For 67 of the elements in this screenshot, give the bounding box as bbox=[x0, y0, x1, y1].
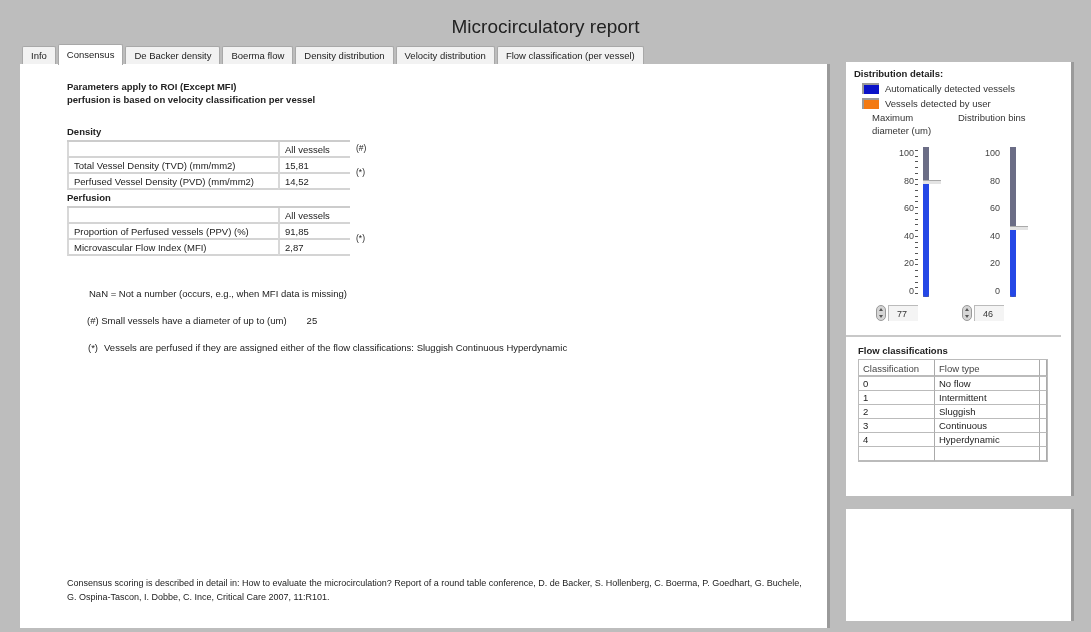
tick-label: 20 bbox=[904, 257, 914, 270]
window-title: Microcirculatory report bbox=[451, 16, 640, 38]
tab[interactable]: Boerma flow bbox=[222, 46, 294, 64]
table-cell: 0 bbox=[859, 377, 935, 391]
slider-label: Distribution bins bbox=[958, 111, 1027, 125]
slider-thumb[interactable] bbox=[923, 179, 941, 184]
table-cell: 3 bbox=[859, 419, 935, 433]
tick-label: 0 bbox=[909, 284, 914, 297]
heading-line: perfusion is based on velocity classification per vessel bbox=[67, 93, 317, 106]
tab[interactable]: Density distribution bbox=[295, 46, 394, 64]
table-cell: Intermittent bbox=[935, 391, 1040, 405]
tick-label: 20 bbox=[990, 257, 1000, 270]
column-header: Classification bbox=[859, 360, 935, 377]
table-cell: Perfused Vessel Density (PVD) (mm/mm2) bbox=[67, 174, 278, 190]
tick-label: 0 bbox=[995, 284, 1000, 297]
note-text: Vessels are perfused if they are assigned either of the flow classifications: Sluggish Continuous Hyperdynamic bbox=[104, 342, 568, 353]
spinner-icon[interactable] bbox=[876, 305, 886, 321]
tab[interactable]: Consensus bbox=[57, 44, 124, 65]
number-field[interactable]: 46 bbox=[974, 305, 1004, 321]
tick-label: 80 bbox=[990, 174, 1000, 187]
table-cell: 2 bbox=[859, 405, 935, 419]
table-cell: 4 bbox=[859, 433, 935, 447]
tick-label: 60 bbox=[990, 202, 1000, 215]
tick-label: 60 bbox=[904, 202, 914, 215]
table-cell: No flow bbox=[935, 377, 1040, 391]
table-cell: 2,87 bbox=[278, 240, 350, 256]
slider-label: Maximum diameter (um) bbox=[872, 111, 933, 138]
footnote-mark: (*) bbox=[88, 342, 99, 353]
tab[interactable]: Flow classification (per vessel) bbox=[496, 46, 644, 64]
note-text: (#) Small vessels have a diameter of up to (um) bbox=[87, 315, 287, 326]
column-header: All vessels bbox=[278, 208, 350, 224]
table-cell: Hyperdynamic bbox=[935, 433, 1040, 447]
value-text: 25 bbox=[306, 315, 318, 326]
tick-label: 100 bbox=[984, 147, 1000, 159]
tick-label: 40 bbox=[990, 229, 1000, 242]
tick-label: 80 bbox=[904, 174, 914, 187]
legend-label: Automatically detected vessels bbox=[885, 83, 1015, 94]
column-header: All vessels bbox=[278, 142, 350, 158]
table-cell: 1 bbox=[859, 391, 935, 405]
table-cell: 14,52 bbox=[278, 174, 350, 190]
tab[interactable]: Info bbox=[22, 46, 56, 64]
section-title: Distribution details: bbox=[854, 68, 944, 79]
footnote-mark: (#) bbox=[356, 143, 367, 153]
tab[interactable]: Velocity distribution bbox=[395, 46, 495, 64]
table-cell: Sluggish bbox=[935, 405, 1040, 419]
number-field[interactable]: 77 bbox=[888, 305, 918, 321]
table-cell: Microvascular Flow Index (MFI) bbox=[67, 240, 278, 256]
table-cell: Continuous bbox=[935, 419, 1040, 433]
table-cell: Total Vessel Density (TVD) (mm/mm2) bbox=[67, 158, 278, 174]
table-cell: Proportion of Perfused vessels (PPV) (%) bbox=[67, 224, 278, 240]
slider-thumb[interactable] bbox=[1010, 226, 1028, 230]
reference-text: Consensus scoring is described in detail in: How to evaluate the microcirculation? Report of a round table conference, D. de Backer, S. Hollenberg, C. Boerma, P. Goedhart, G. Buchele, G. Ospina-Tascon, I. Dobbe, C. Ince, Critical Care 2007, 11:R101. bbox=[67, 577, 803, 604]
legend-label: Vessels detected by user bbox=[885, 98, 991, 109]
section-title: Perfusion bbox=[67, 192, 111, 203]
footnote-mark: (*) bbox=[356, 233, 365, 243]
table-cell: 15,81 bbox=[278, 158, 350, 174]
footnote-mark: (*) bbox=[356, 167, 366, 177]
tick-label: 100 bbox=[898, 147, 914, 159]
section-title: Flow classifications bbox=[858, 345, 948, 356]
heading-line: Parameters apply to ROI (Except MFI) bbox=[67, 80, 238, 93]
column-header: Flow type bbox=[935, 360, 1040, 377]
spinner-icon[interactable] bbox=[962, 305, 972, 321]
table-cell: 91,85 bbox=[278, 224, 350, 240]
tab[interactable]: De Backer density bbox=[125, 46, 221, 64]
note-text: NaN = Not a number (occurs, e.g., when MFI data is missing) bbox=[89, 288, 347, 299]
tick-label: 40 bbox=[904, 229, 914, 242]
section-title: Density bbox=[67, 126, 102, 137]
